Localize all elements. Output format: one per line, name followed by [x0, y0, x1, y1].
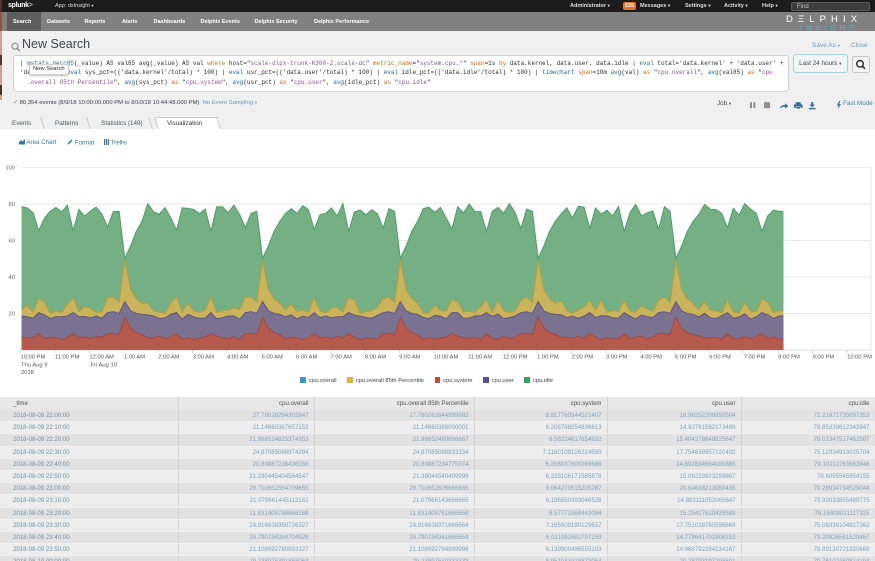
svg-text:11:00 PM: 11:00 PM [55, 355, 80, 361]
svg-text:10:00 PM: 10:00 PM [21, 355, 46, 361]
svg-text:8:00 PM: 8:00 PM [778, 355, 800, 361]
svg-text:9:00 PM: 9:00 PM [813, 355, 835, 361]
svg-text:6:00 PM: 6:00 PM [709, 355, 731, 361]
svg-text:5:00 PM: 5:00 PM [675, 355, 697, 361]
svg-text:1:00 AM: 1:00 AM [124, 355, 145, 361]
svg-text:2:00 AM: 2:00 AM [158, 355, 179, 361]
svg-text:10:00 AM: 10:00 AM [434, 355, 459, 361]
svg-text:10:00 PM: 10:00 PM [847, 355, 872, 361]
svg-text:6:00 AM: 6:00 AM [296, 355, 317, 361]
svg-text:8:00 AM: 8:00 AM [365, 355, 386, 361]
svg-text:7:00 AM: 7:00 AM [331, 355, 352, 361]
svg-text:2:00 PM: 2:00 PM [572, 355, 594, 361]
svg-text:1:00 PM: 1:00 PM [537, 355, 559, 361]
svg-text:Fri Aug 10: Fri Aug 10 [91, 363, 117, 369]
svg-text:20: 20 [9, 312, 15, 318]
svg-text:12:00 PM: 12:00 PM [503, 355, 528, 361]
svg-text:40: 40 [9, 275, 15, 281]
svg-text:7:00 PM: 7:00 PM [744, 355, 766, 361]
svg-text:5:00 AM: 5:00 AM [262, 355, 283, 361]
svg-text:3:00 PM: 3:00 PM [606, 355, 628, 361]
svg-text:4:00 AM: 4:00 AM [227, 355, 248, 361]
svg-text:11:00 AM: 11:00 AM [468, 355, 492, 361]
svg-text:80: 80 [9, 202, 15, 208]
svg-text:12:00 AM: 12:00 AM [89, 355, 114, 361]
svg-text:2018: 2018 [21, 370, 34, 376]
svg-text:60: 60 [9, 239, 15, 245]
svg-text:Thu Aug 9: Thu Aug 9 [21, 363, 47, 369]
svg-text:100: 100 [5, 166, 15, 172]
svg-text:9:00 AM: 9:00 AM [399, 355, 420, 361]
svg-text:4:00 PM: 4:00 PM [640, 355, 662, 361]
svg-text:3:00 AM: 3:00 AM [193, 355, 214, 361]
